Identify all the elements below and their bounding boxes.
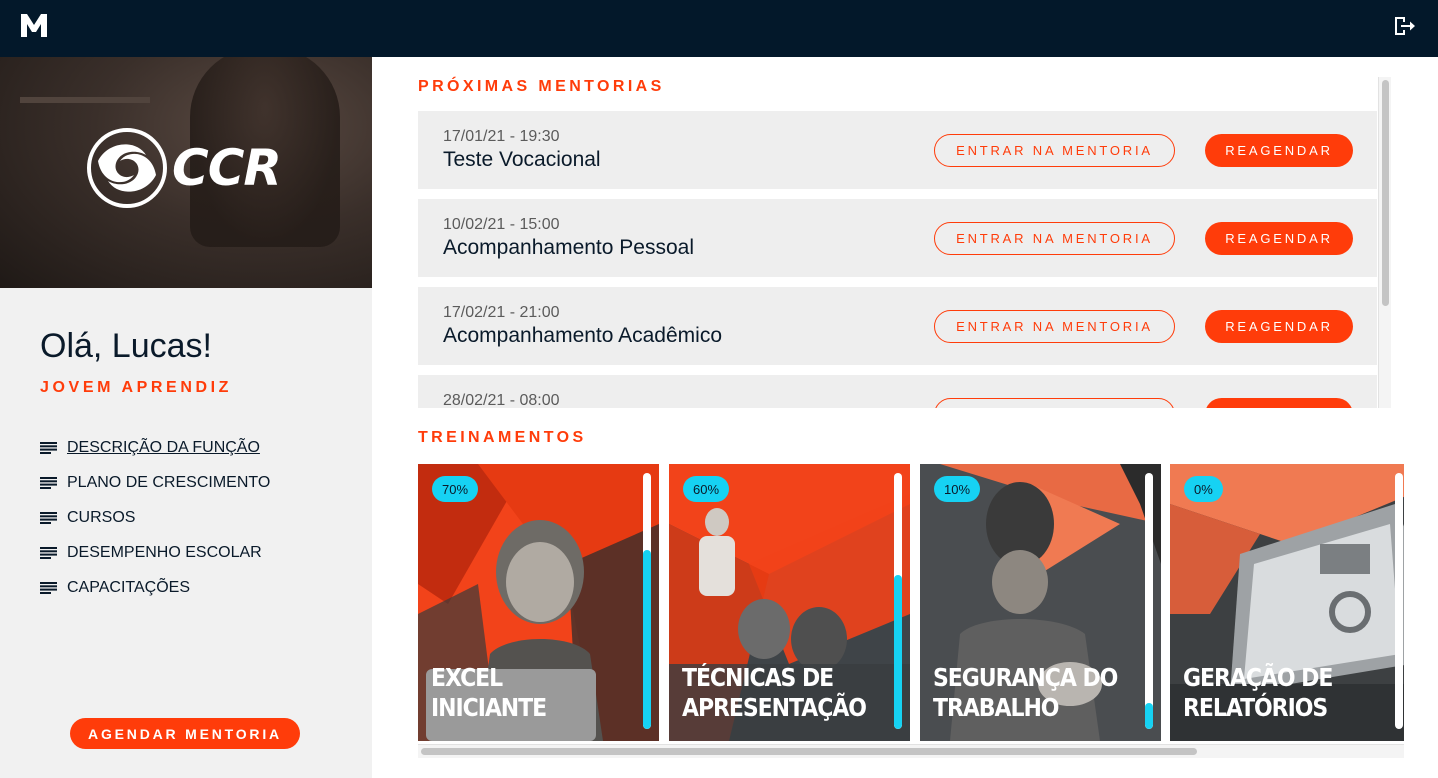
mentoria-date: 17/01/21 - 19:30 [443,128,560,145]
mentorias-scrollbar[interactable] [1378,77,1391,408]
progress-bar [894,473,902,729]
progress-fill [894,575,902,729]
training-title-line: EXCEL [431,663,503,692]
agendar-mentoria-button[interactable]: AGENDAR MENTORIA [70,718,300,749]
sidebar-item-label: CURSOS [67,508,136,526]
ccr-logo: CCR [86,127,282,209]
mentoria-date: 10/02/21 - 15:00 [443,216,560,233]
user-role: JOVEM APRENDIZ [40,379,233,396]
progress-badge: 10% [934,476,981,502]
mentoria-name: Acompanhamento Acadêmico [443,324,722,347]
hero-image: CCR [0,57,372,288]
training-title: TÉCNICAS DE APRESENTAÇÃO [682,663,867,723]
mentoria-name: Teste Vocacional [443,148,601,171]
mentoria-date: 17/02/21 - 21:00 [443,304,560,321]
training-title: SEGURANÇA DO TRABALHO [933,663,1118,723]
training-title-line: TÉCNICAS DE [682,663,834,692]
entrar-mentoria-button[interactable]: ENTRAR NA MENTORIA [934,222,1175,255]
mentoria-name: Acompanhamento Pessoal [443,236,694,259]
mentorias-section-title: PRÓXIMAS MENTORIAS [418,78,665,95]
list-icon [40,476,57,489]
training-card[interactable]: 0% GERAÇÃO DE RELATÓRIOS [1170,464,1404,741]
entrar-mentoria-button[interactable]: ENTRAR NA MENTORIA [934,134,1175,167]
progress-bar [1395,473,1403,729]
sidebar-item-desempenho-escolar[interactable]: DESEMPENHO ESCOLAR [40,535,270,570]
sidebar-item-label: DESCRIÇÃO DA FUNÇÃO [67,438,260,456]
sidebar-item-label: DESEMPENHO ESCOLAR [67,543,262,561]
training-title-line: APRESENTAÇÃO [682,693,867,722]
reagendar-button[interactable]: REAGENDAR [1205,134,1353,167]
reagendar-button[interactable]: REAGENDAR [1205,398,1353,408]
sidebar: CCR Olá, Lucas! JOVEM APRENDIZ DESCRIÇÃO… [0,57,372,778]
treinamentos-scrollbar[interactable] [418,744,1404,758]
progress-badge: 0% [1184,476,1223,502]
training-card[interactable]: 70% EXCEL INICIANTE [418,464,659,741]
training-title-line: TRABALHO [933,693,1060,722]
mentorias-list[interactable]: 17/01/21 - 19:30 Teste Vocacional ENTRAR… [418,111,1377,408]
training-card[interactable]: 10% SEGURANÇA DO TRABALHO [920,464,1161,741]
list-icon [40,581,57,594]
progress-fill [643,549,651,729]
training-title-line: RELATÓRIOS [1183,693,1328,722]
ccr-swirl-icon [87,128,167,208]
training-title-line: INICIANTE [431,693,547,722]
sidebar-item-label: CAPACITAÇÕES [67,578,190,596]
progress-bar [1145,473,1153,729]
treinamentos-carousel: 70% EXCEL INICIANTE 60% TÉCNICAS DE APRE… [418,464,1404,741]
list-icon [40,441,57,454]
training-title-line: GERAÇÃO DE [1183,663,1333,692]
training-title: EXCEL INICIANTE [431,663,547,723]
training-title: GERAÇÃO DE RELATÓRIOS [1183,663,1333,723]
sidebar-item-capacitacoes[interactable]: CAPACITAÇÕES [40,570,270,605]
scrollbar-thumb[interactable] [1382,80,1389,306]
treinamentos-section-title: TREINAMENTOS [418,429,587,446]
reagendar-button[interactable]: REAGENDAR [1205,310,1353,343]
list-icon [40,546,57,559]
mentoria-card: 28/02/21 - 08:00 ENTRAR NA MENTORIA REAG… [418,375,1377,408]
mentoria-card: 17/01/21 - 19:30 Teste Vocacional ENTRAR… [418,111,1377,189]
sidebar-item-cursos[interactable]: CURSOS [40,500,270,535]
top-bar [0,0,1438,57]
brand-name: CCR [172,139,282,197]
scrollbar-thumb[interactable] [421,748,1197,755]
progress-bar [643,473,651,729]
progress-fill [1145,703,1153,729]
sidebar-item-plano-crescimento[interactable]: PLANO DE CRESCIMENTO [40,465,270,500]
sidebar-menu: DESCRIÇÃO DA FUNÇÃO PLANO DE CRESCIMENTO… [40,430,270,605]
progress-badge: 60% [683,476,730,502]
progress-badge: 70% [432,476,479,502]
sidebar-item-label: PLANO DE CRESCIMENTO [67,473,271,491]
greeting: Olá, Lucas! [40,327,212,365]
training-card[interactable]: 60% TÉCNICAS DE APRESENTAÇÃO [669,464,910,741]
logout-icon[interactable] [1392,14,1416,38]
training-title-line: SEGURANÇA DO [933,663,1118,692]
mentoria-date: 28/02/21 - 08:00 [443,392,560,408]
mentoria-card: 17/02/21 - 21:00 Acompanhamento Acadêmic… [418,287,1377,365]
m-logo-icon[interactable] [19,13,49,38]
entrar-mentoria-button[interactable]: ENTRAR NA MENTORIA [934,398,1175,408]
sidebar-item-descricao-funcao[interactable]: DESCRIÇÃO DA FUNÇÃO [40,430,270,465]
list-icon [40,511,57,524]
reagendar-button[interactable]: REAGENDAR [1205,222,1353,255]
mentoria-card: 10/02/21 - 15:00 Acompanhamento Pessoal … [418,199,1377,277]
entrar-mentoria-button[interactable]: ENTRAR NA MENTORIA [934,310,1175,343]
